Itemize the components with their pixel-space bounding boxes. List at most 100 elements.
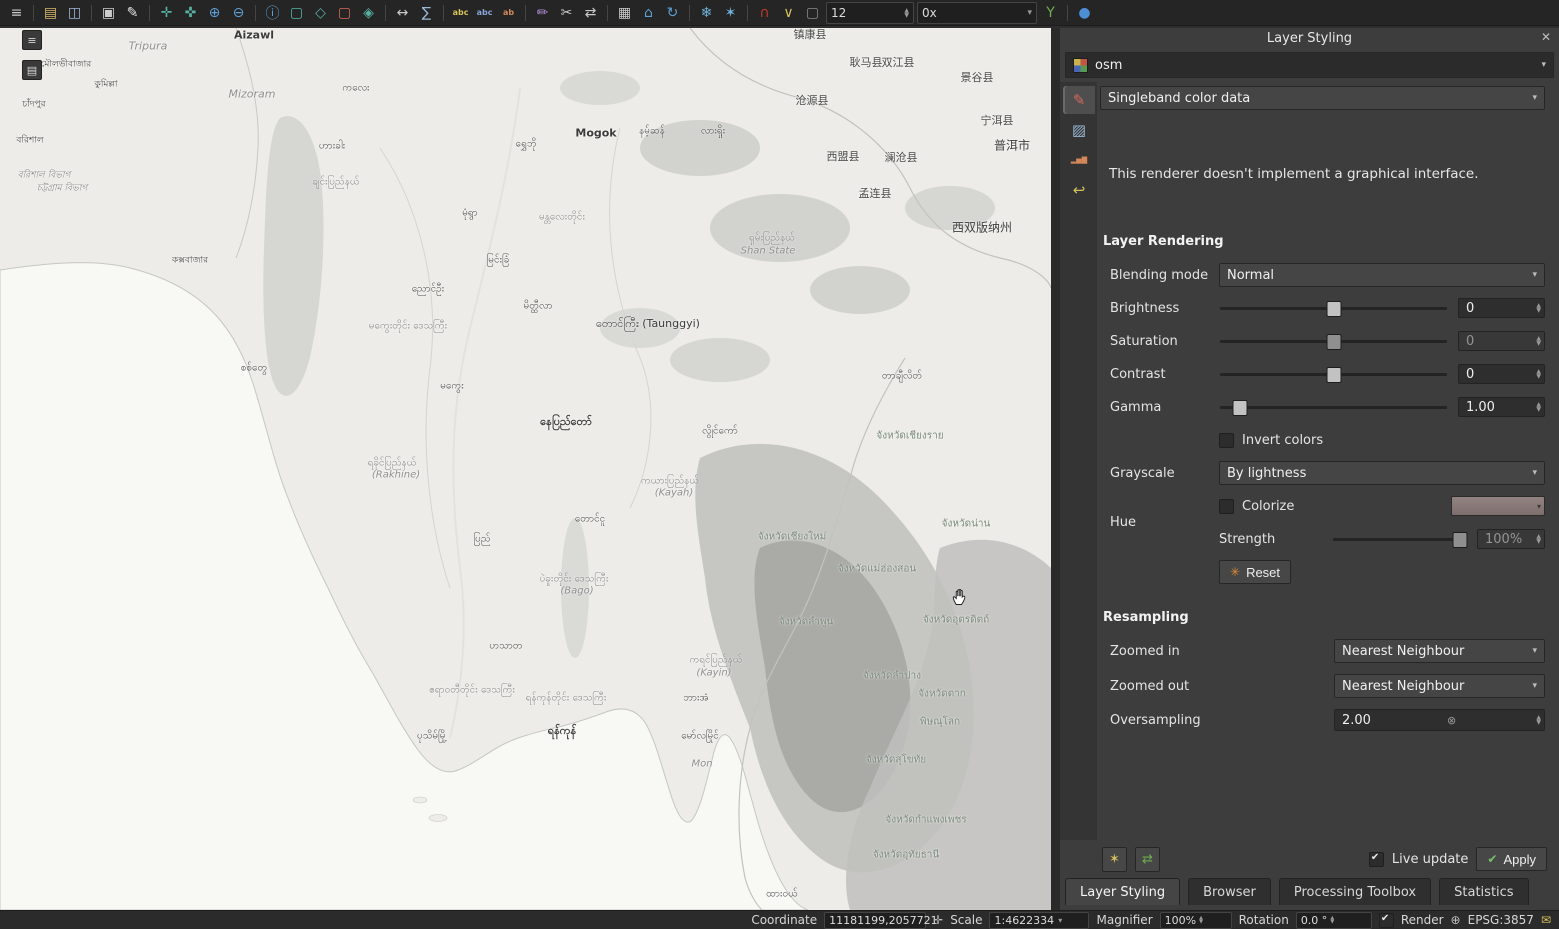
save-project-icon[interactable]: ◫ — [64, 2, 85, 23]
transparency-tab-icon[interactable]: ▨ — [1063, 116, 1095, 144]
vertex-tool-icon[interactable]: ✏ — [532, 2, 553, 23]
spin-arrows-icon[interactable]: ▾ — [1027, 8, 1032, 18]
slider-handle[interactable] — [1326, 367, 1341, 383]
split-features-icon[interactable]: ✂ — [556, 2, 577, 23]
extent-box-icon[interactable]: ▢ — [802, 2, 823, 23]
scale-combo[interactable]: 1:4622334 ▾ — [989, 912, 1089, 929]
live-update-checkbox[interactable] — [1369, 852, 1384, 867]
strength-spinbox[interactable]: 100% ▲▼ — [1477, 529, 1545, 549]
tracing-icon[interactable]: Y — [1040, 2, 1061, 23]
spin-arrows-icon[interactable]: ▲▼ — [1327, 916, 1334, 924]
dock-tab-processing-toolbox[interactable]: Processing Toolbox — [1279, 878, 1431, 905]
reshape-features-icon[interactable]: ⇄ — [580, 2, 601, 23]
slider-handle[interactable] — [1326, 334, 1341, 350]
spin-arrows-icon[interactable]: ▲▼ — [1532, 534, 1541, 544]
rotation-spinbox[interactable]: 0.0 ° ▲▼ — [1296, 912, 1372, 929]
map-canvas[interactable]: মৌলভীবাজারকুমিল্লাচাঁদপুরTripuraAizawlMi… — [0, 28, 1051, 910]
select-by-value-icon[interactable]: ◈ — [358, 2, 379, 23]
reset-label: Reset — [1246, 565, 1280, 580]
zoomed-in-combo[interactable]: Nearest Neighbour ▾ — [1334, 639, 1545, 663]
zoom-full-icon[interactable]: ⌂ — [638, 2, 659, 23]
snapping-units-combo[interactable]: 0x▾ — [917, 2, 1037, 24]
render-checkbox[interactable] — [1379, 913, 1394, 928]
open-project-icon[interactable]: ▤ — [40, 2, 61, 23]
zoomed-out-combo[interactable]: Nearest Neighbour ▾ — [1334, 674, 1545, 698]
toolbar-menu-icon[interactable]: ≡ — [6, 2, 27, 23]
saturation-spinbox[interactable]: 0 ▲▼ — [1458, 331, 1545, 351]
panel-close-icon[interactable]: ✕ — [1541, 30, 1551, 44]
toolbar-separator — [1067, 5, 1068, 21]
renderer-combo[interactable]: Singleband color data ▾ — [1100, 86, 1545, 110]
attribute-table-icon[interactable]: ▦ — [614, 2, 635, 23]
slider-handle[interactable] — [1326, 301, 1341, 317]
dock-tab-browser[interactable]: Browser — [1188, 878, 1271, 905]
pan-to-selection-icon[interactable]: ✜ — [180, 2, 201, 23]
statistical-summary-icon[interactable]: ∑ — [416, 2, 437, 23]
contrast-slider[interactable] — [1219, 364, 1448, 384]
manage-styles-button[interactable]: ⇄ — [1135, 847, 1160, 872]
zoom-in-icon[interactable]: ⊕ — [204, 2, 225, 23]
dock-tab-layer-styling[interactable]: Layer Styling — [1065, 878, 1180, 905]
stream-digitizing-icon[interactable]: ● — [1074, 2, 1095, 23]
apply-check-icon: ✔ — [1487, 852, 1497, 866]
blending-mode-value: Normal — [1227, 268, 1274, 283]
strength-slider[interactable] — [1332, 529, 1467, 549]
invert-colors-checkbox[interactable] — [1219, 433, 1234, 448]
grayscale-combo[interactable]: By lightness ▾ — [1219, 461, 1545, 485]
map-widget-button-1[interactable]: ≡ — [22, 30, 42, 50]
magnifier-spinbox[interactable]: 100% ▲▼ — [1160, 912, 1232, 929]
labeling-icon[interactable]: abc — [450, 2, 471, 23]
apply-button[interactable]: ✔ Apply — [1476, 847, 1547, 871]
new-layout-icon[interactable]: ✎ — [122, 2, 143, 23]
symbology-tab-icon[interactable]: ✎ — [1063, 86, 1095, 114]
crs-icon[interactable]: ⊕ — [1451, 913, 1461, 927]
zoom-out-icon[interactable]: ⊖ — [228, 2, 249, 23]
deselect-features-icon[interactable]: ▢ — [334, 2, 355, 23]
label-highlight-icon[interactable]: ab — [498, 2, 519, 23]
measure-icon[interactable]: ↔ — [392, 2, 413, 23]
select-features-icon[interactable]: ▢ — [286, 2, 307, 23]
map-widget-button-2[interactable]: ▤ — [22, 60, 42, 80]
clear-value-icon[interactable]: ⊗ — [1447, 714, 1456, 727]
contrast-spinbox[interactable]: 0 ▲▼ — [1458, 364, 1545, 384]
gamma-spinbox[interactable]: 1.00 ▲▼ — [1458, 397, 1545, 417]
brightness-spinbox[interactable]: 0 ▲▼ — [1458, 298, 1545, 318]
spin-arrows-icon[interactable]: ▲▼ — [1532, 402, 1541, 412]
pan-map-icon[interactable]: ✛ — [156, 2, 177, 23]
decorations-icon[interactable]: ✶ — [720, 2, 741, 23]
freeze-canvas-icon[interactable]: ❄ — [696, 2, 717, 23]
spin-arrows-icon[interactable]: ▲▼ — [1532, 715, 1541, 725]
snapping-magnet-icon[interactable]: ∩ — [754, 2, 775, 23]
select-polygon-icon[interactable]: ◇ — [310, 2, 331, 23]
history-tab-icon[interactable]: ↩ — [1063, 176, 1095, 204]
dock-tab-statistics[interactable]: Statistics — [1439, 878, 1528, 905]
slider-handle[interactable] — [1232, 400, 1247, 416]
layer-selector-combo[interactable]: osm ▾ — [1065, 52, 1554, 78]
panel-splitter[interactable] — [1051, 28, 1060, 910]
label-pin-icon[interactable]: abc — [474, 2, 495, 23]
oversampling-spinbox[interactable]: 2.00 ⊗ ▲▼ — [1334, 709, 1545, 731]
messages-icon[interactable]: ✉ — [1541, 913, 1551, 927]
spin-arrows-icon[interactable]: ▲▼ — [900, 8, 909, 18]
spin-arrows-icon[interactable]: ▲▼ — [1196, 916, 1203, 924]
coordinate-input[interactable]: 11181199,2057721 — [824, 912, 926, 929]
snap-angle-icon[interactable]: ∨ — [778, 2, 799, 23]
slider-handle[interactable] — [1453, 532, 1468, 548]
colorize-checkbox[interactable] — [1219, 499, 1234, 514]
identify-features-icon[interactable]: ⓘ — [262, 2, 283, 23]
gamma-slider[interactable] — [1219, 397, 1448, 417]
spin-arrows-icon[interactable]: ▲▼ — [1532, 336, 1541, 346]
snapping-tolerance-spinbox[interactable]: 12▲▼ — [826, 2, 914, 24]
refresh-map-icon[interactable]: ↻ — [662, 2, 683, 23]
brightness-slider[interactable] — [1219, 298, 1448, 318]
histogram-tab-icon[interactable]: ▂▅▇ — [1063, 146, 1095, 174]
extent-icon[interactable]: ✛ — [933, 913, 943, 927]
saturation-slider[interactable] — [1219, 331, 1448, 351]
reset-button[interactable]: ✳ Reset — [1219, 560, 1291, 584]
spin-arrows-icon[interactable]: ▲▼ — [1532, 303, 1541, 313]
add-style-button[interactable]: ✶ — [1102, 847, 1127, 872]
new-map-view-icon[interactable]: ▣ — [98, 2, 119, 23]
spin-arrows-icon[interactable]: ▲▼ — [1532, 369, 1541, 379]
blending-mode-combo[interactable]: Normal ▾ — [1219, 263, 1545, 287]
colorize-color-swatch[interactable]: ▾ — [1451, 496, 1545, 516]
